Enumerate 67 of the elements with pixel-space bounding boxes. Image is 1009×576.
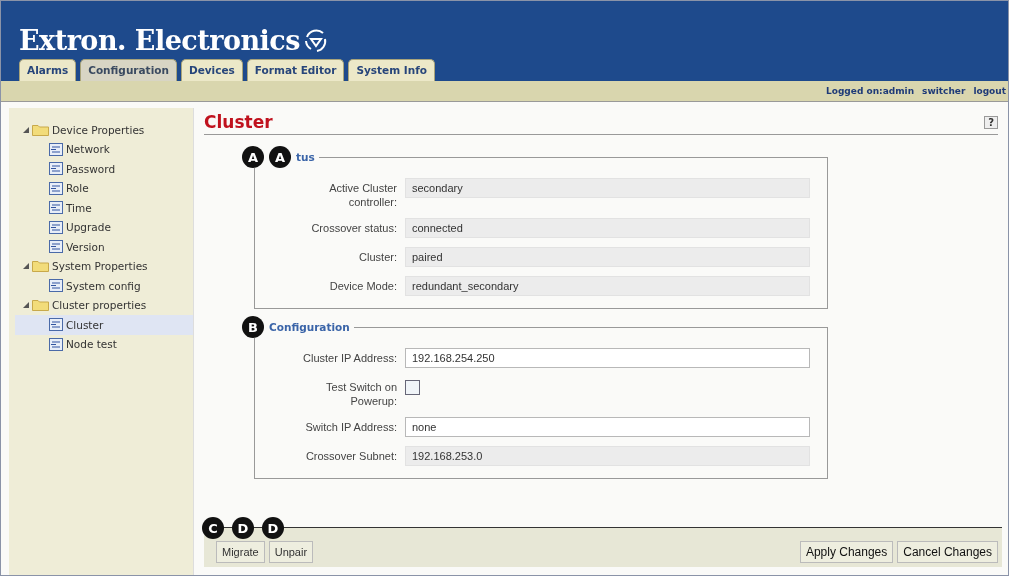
checkbox[interactable]	[405, 380, 420, 395]
form-icon	[49, 337, 63, 351]
tab[interactable]: Configuration	[80, 59, 177, 81]
tree-item[interactable]: Role	[15, 178, 193, 198]
logo-text: Extron. Electronics	[19, 25, 300, 56]
field-label: Switch IP Address:	[304, 420, 397, 434]
field-label: Cluster IP Address:	[302, 351, 397, 365]
action-button[interactable]: Migrate	[216, 541, 265, 563]
input-field[interactable]: 192.168.254.250	[405, 348, 810, 368]
page-title: Cluster	[204, 112, 273, 132]
folder-icon	[32, 123, 49, 136]
tab[interactable]: Devices	[180, 59, 243, 81]
tree-item[interactable]: Upgrade	[15, 217, 193, 237]
form-icon	[49, 318, 63, 332]
tree-folder[interactable]: System Properties	[15, 256, 193, 276]
form-icon	[49, 279, 63, 293]
field-label: Test Switch on Powerup:	[325, 380, 397, 408]
logged-on-text: Logged on:admin	[826, 86, 915, 96]
tab[interactable]: Format Editor	[246, 59, 345, 81]
expand-triangle-icon[interactable]	[23, 302, 29, 309]
tree-item[interactable]: Cluster	[15, 315, 193, 335]
form-icon	[49, 240, 63, 254]
action-button[interactable]: Cancel Changes	[897, 541, 998, 563]
tree-item[interactable]: System config	[15, 276, 193, 296]
callout-badge: A	[242, 146, 264, 168]
field-label: Device Mode:	[328, 279, 397, 293]
section-legend: Configuration	[269, 321, 350, 333]
form-icon	[49, 181, 63, 195]
field-label: Crossover status:	[310, 221, 397, 235]
user-link[interactable]: switcher	[922, 86, 966, 96]
folder-icon	[32, 260, 49, 273]
readonly-field: connected	[405, 218, 810, 238]
readonly-field: secondary	[405, 178, 810, 198]
callout-badge: D	[262, 517, 284, 539]
readonly-field: 192.168.253.0	[405, 446, 810, 466]
callout-badge: D	[232, 517, 254, 539]
callout-badge: B	[242, 316, 264, 338]
field-label: Cluster:	[358, 250, 397, 264]
field-label: Active Cluster controller:	[328, 181, 397, 209]
action-button[interactable]: Apply Changes	[799, 541, 894, 563]
action-button[interactable]: Unpair	[268, 541, 314, 563]
form-icon	[49, 162, 63, 176]
readonly-field: redundant_secondary	[405, 276, 810, 296]
help-button[interactable]: ?	[984, 115, 998, 129]
callout-badge: A	[269, 146, 291, 168]
tree-item[interactable]: Network	[15, 139, 193, 159]
logout-link[interactable]: logout	[973, 86, 1006, 96]
tab[interactable]: System Info	[348, 59, 435, 81]
field-label: Crossover Subnet:	[304, 449, 397, 463]
tree-folder[interactable]: Cluster properties	[15, 295, 193, 315]
callout-badge: C	[202, 517, 224, 539]
tree-item[interactable]: Node test	[15, 334, 193, 354]
logo-icon	[303, 28, 329, 53]
tab[interactable]: Alarms	[19, 59, 77, 81]
tree-folder[interactable]: Device Properties	[15, 120, 193, 140]
input-field[interactable]: none	[405, 417, 810, 437]
tree-item[interactable]: Password	[15, 159, 193, 179]
section-legend: tus	[296, 151, 315, 163]
folder-icon	[32, 299, 49, 312]
tree-item[interactable]: Time	[15, 198, 193, 218]
expand-triangle-icon[interactable]	[23, 263, 29, 270]
readonly-field: paired	[405, 247, 810, 267]
form-icon	[49, 142, 63, 156]
form-icon	[49, 201, 63, 215]
form-icon	[49, 220, 63, 234]
expand-triangle-icon[interactable]	[23, 126, 29, 133]
tree-item[interactable]: Version	[15, 237, 193, 257]
